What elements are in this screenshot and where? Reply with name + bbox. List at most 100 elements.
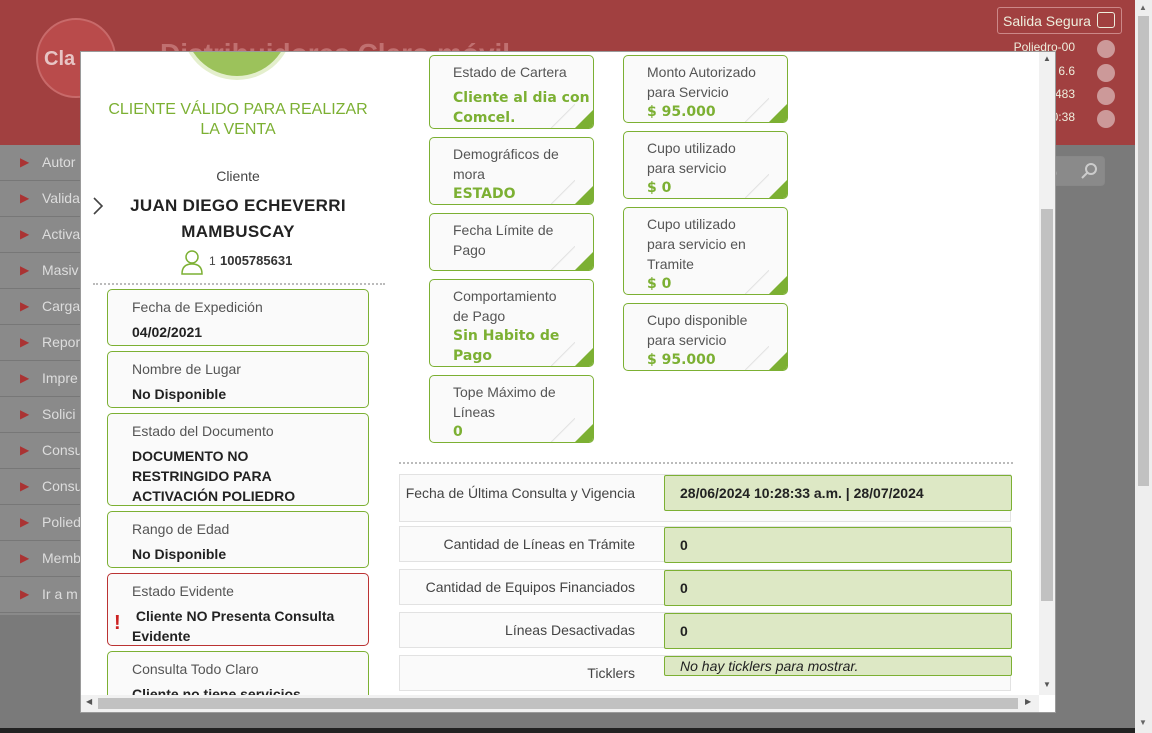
id-number: 1005785631 [220,253,293,268]
row-value: 0 [664,613,1012,649]
scroll-up-icon[interactable]: ▲ [1139,3,1147,12]
client-label: Cliente [216,168,260,184]
corner-decoration [551,246,575,270]
credit-card-cupo-utilizado: Cupo utilizado para servicio $ 0 [623,131,788,199]
corner-decoration [551,104,575,128]
row-value: No hay ticklers para mostrar. [664,656,1012,676]
corner-decoration [551,418,575,442]
sidebar-item[interactable]: Consu [0,433,82,469]
divider [93,283,385,285]
sidebar-item[interactable]: Memb [0,541,82,577]
sidebar-item[interactable]: Valida [0,181,82,217]
salida-segura-button[interactable]: Salida Segura [997,7,1122,34]
sidebar-item[interactable]: Polied [0,505,82,541]
table-row: Líneas Desactivadas 0 [399,612,1012,649]
card-label: Rango de Edad [132,521,230,537]
card-label: Nombre de Lugar [132,361,241,377]
lock-icon [1097,12,1115,28]
sidebar-item[interactable]: Ir a m [0,577,82,613]
table-row: Fecha de Última Consulta y Vigencia 28/0… [399,474,1012,522]
credit-card-cupo-disponible: Cupo disponible para servicio $ 95.000 [623,303,788,371]
corner-triangle [575,424,593,442]
row-label: Cantidad de Líneas en Trámite [443,536,635,552]
card-value: No Disponible [132,546,227,562]
credit-card-monto-autorizado: Monto Autorizado para Servicio $ 95.000 [623,55,788,123]
row-value: 0 [664,570,1012,606]
sidebar-item[interactable]: Solici [0,397,82,433]
person-icon [181,250,203,275]
row-label: Cantidad de Equipos Financiados [425,579,635,595]
page-footer [0,728,1135,733]
status-card-fecha-limite: Fecha Límite de Pago [429,213,594,271]
validation-message: CLIENTE VÁLIDO PARA REALIZAR LA VENTA [108,101,368,138]
sidebar: Autor Valida Activa Masiv Carga Repor Im… [0,145,82,615]
card-value: Cliente no tiene servicios [132,686,301,695]
modal-horizontal-scrollbar[interactable]: ◀ ▶ [81,695,1039,712]
search-icon [1081,163,1097,179]
sidebar-item[interactable]: Activa [0,217,82,253]
table-row: Ticklers No hay ticklers para mostrar. [399,655,1012,691]
card-label: Estado Evidente [132,583,234,599]
table-row: Cantidad de Líneas en Trámite 0 [399,526,1012,563]
status-card-tope-lineas: Tope Máximo de Líneas 0 [429,375,594,443]
corner-triangle [575,110,593,128]
corner-decoration [745,98,769,122]
credit-card-cupo-tramite: Cupo utilizado para servicio en Tramite … [623,207,788,295]
status-card-estado-cartera: Estado de Cartera Cliente al dia con Com… [429,55,594,129]
corner-decoration [551,342,575,366]
sidebar-item[interactable]: Carga [0,289,82,325]
sidebar-item[interactable]: Repor [0,325,82,361]
globe-icon [1097,40,1115,58]
card-value: 04/02/2021 [132,324,203,340]
card-label: Consulta Todo Claro [132,661,259,677]
table-row: Cantidad de Equipos Financiados 0 [399,569,1012,606]
card-label: Monto Autorizado para Servicio [647,64,756,100]
row-value: 0 [664,527,1012,563]
card-value: Cliente NO Presenta Consulta Evidente [132,608,339,644]
corner-decoration [745,270,769,294]
sidebar-item[interactable]: Masiv [0,253,82,289]
scroll-right-icon[interactable]: ▶ [1025,697,1031,706]
scroll-down-icon[interactable]: ▼ [1043,680,1051,689]
sidebar-item[interactable]: Autor [0,145,82,181]
corner-triangle [769,276,787,294]
corner-decoration [745,346,769,370]
card-value: DOCUMENTO NO RESTRINGIDO PARA ACTIVACIÓN… [132,448,296,504]
corner-triangle [575,186,593,204]
status-card-comportamiento-pago: Comportamiento de Pago Sin Habito de Pag… [429,279,594,367]
row-value: 28/06/2024 10:28:33 a.m. | 28/07/2024 [664,475,1012,511]
card-label: Cupo disponible para servicio [647,312,748,348]
card-label: Fecha de Expedición [132,299,263,315]
scroll-up-icon[interactable]: ▲ [1043,54,1051,63]
info-card-rango-edad: Rango de Edad No Disponible [107,511,369,568]
modal-vertical-scrollbar[interactable]: ▲ ▼ [1039,52,1055,695]
status-card-demograficos: Demográficos de mora ESTADO [429,137,594,205]
info-card-nombre-lugar: Nombre de Lugar No Disponible [107,351,369,408]
corner-triangle [769,104,787,122]
page-scroll-thumb[interactable] [1138,16,1149,486]
card-label: Tope Máximo de Líneas [453,384,556,420]
scroll-left-icon[interactable]: ◀ [86,697,92,706]
info-card-fecha-expedicion: Fecha de Expedición 04/02/2021 [107,289,369,346]
card-value: No Disponible [132,386,227,402]
corner-triangle [575,252,593,270]
client-name: JUAN DIEGO ECHEVERRI MAMBUSCAY [130,196,346,241]
card-label: Estado del Documento [132,423,274,439]
page-scrollbar[interactable]: ▲ ▼ [1135,0,1152,733]
database-icon [1097,87,1115,105]
corner-decoration [551,180,575,204]
card-label: Estado de Cartera [453,64,567,80]
scroll-down-icon[interactable]: ▼ [1139,718,1147,727]
modal-content: CLIENTE VÁLIDO PARA REALIZAR LA VENTA Cl… [81,52,1039,695]
card-label: Cupo utilizado para servicio en Tramite [647,216,746,272]
client-avatar [181,52,293,80]
corner-triangle [769,352,787,370]
id-type: 1 [209,254,216,268]
corner-triangle [575,348,593,366]
sidebar-item[interactable]: Impre [0,361,82,397]
sidebar-item[interactable]: Consu [0,469,82,505]
alert-icon: ! [114,612,121,634]
vertical-scroll-thumb[interactable] [1041,209,1053,601]
horizontal-scroll-thumb[interactable] [98,698,1018,709]
globe-icon [1097,64,1115,82]
